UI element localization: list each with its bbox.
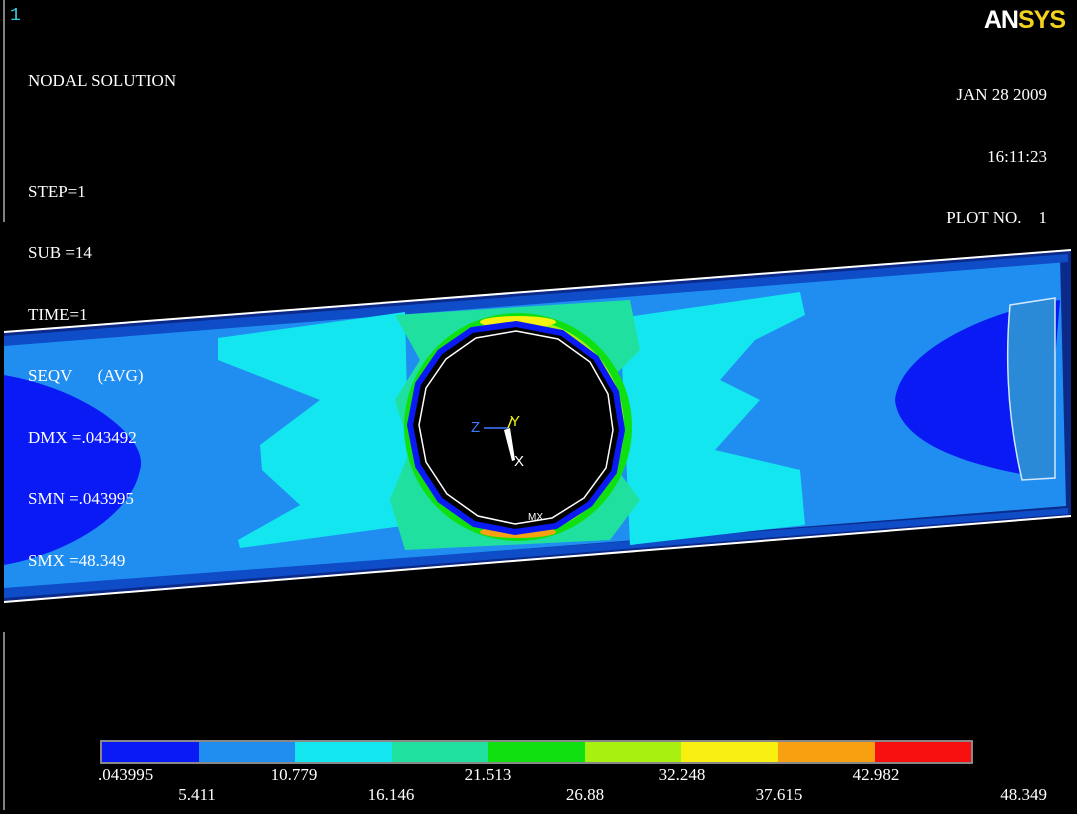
solution-info: NODAL SOLUTION STEP=1 SUB =14 TIME=1 SEQ… [28,30,176,592]
window-number: 1 [10,6,21,26]
plot-time: 16:11:23 [987,146,1047,166]
ansys-logo: ANSYS [983,6,1066,35]
triad-z-label: Z [471,419,480,436]
legend-label-top: 21.513 [464,765,512,784]
legend-band-5 [488,742,585,762]
legend-band-3 [295,742,392,762]
legend-band-1 [102,742,199,762]
contour-legend [100,740,973,764]
max-marker: MX [528,512,543,523]
info-line: TIME=1 [28,304,88,324]
info-line: SMX =48.349 [28,550,126,570]
legend-band-8 [777,742,875,762]
legend-label-bottom: 16.146 [367,785,415,804]
info-line [28,133,176,141]
info-line: STEP=1 [28,181,86,201]
legend-label-top: .043995 [98,765,154,784]
legend-band-4 [391,742,489,762]
legend-band-9 [874,742,972,762]
triad-y-label: Y [510,413,520,430]
logo-part-2: SYS [1017,6,1066,34]
legend-band-7 [681,742,778,762]
legend-label-bottom: 37.615 [755,785,803,804]
info-line: NODAL SOLUTION [28,71,177,90]
legend-label-bottom: 48.349 [1000,785,1047,804]
legend-label-bottom: 5.411 [178,785,216,804]
plot-number: PLOT NO. 1 [946,208,1047,227]
info-line: DMX =.043492 [28,427,137,447]
legend-label-top: 42.982 [852,765,900,784]
legend-label-top: 10.779 [270,765,318,784]
triad-x-label: X [514,453,524,470]
legend-band-2 [198,742,296,762]
logo-part-1: AN [983,6,1019,34]
legend-band-6 [584,742,682,762]
legend-label-bottom: 26.88 [565,785,605,804]
info-line: SEQV (AVG) [28,366,144,385]
legend-label-top: 32.248 [658,765,706,784]
timestamp-block: JAN 28 2009 16:11:23 PLOT NO. 1 [946,44,1047,249]
plot-date: JAN 28 2009 [956,85,1047,104]
info-line: SMN =.043995 [28,489,134,508]
info-line: SUB =14 [28,243,92,262]
